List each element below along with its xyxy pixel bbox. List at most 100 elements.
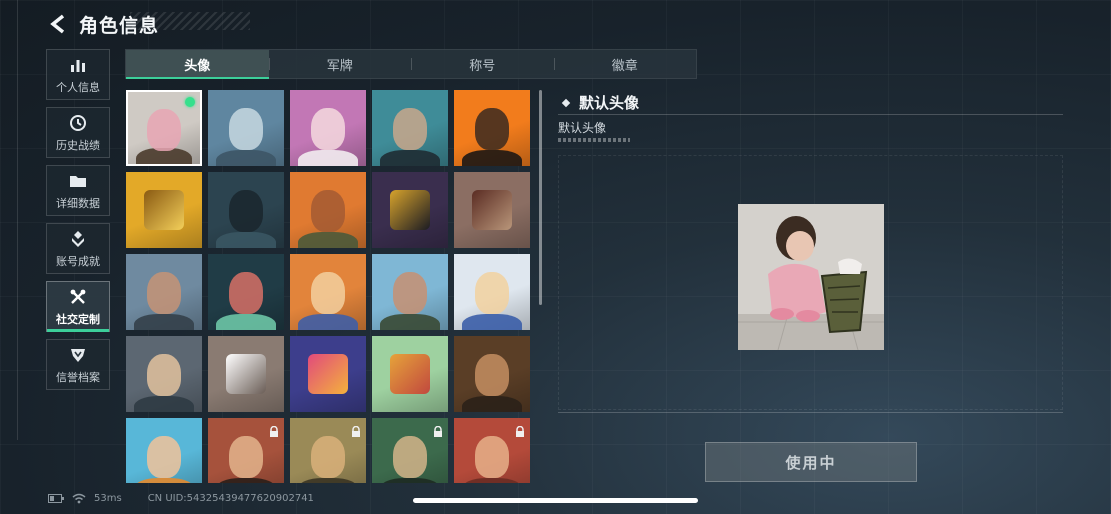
nav-item-5[interactable]: 信誉档案 xyxy=(46,339,110,390)
shield-icon xyxy=(68,345,88,365)
avatar-face xyxy=(229,436,263,479)
avatar-tile[interactable] xyxy=(126,90,202,166)
avatar-art xyxy=(208,90,284,166)
lock-icon xyxy=(432,423,444,437)
avatar-tile[interactable] xyxy=(372,336,448,412)
tab-3[interactable]: 徽章 xyxy=(553,50,697,78)
preview-photo xyxy=(738,204,884,350)
avatar-body xyxy=(462,314,522,330)
avatar-art xyxy=(208,336,284,412)
avatar-face xyxy=(147,354,181,397)
nav-item-label: 账号成就 xyxy=(56,254,100,268)
avatar-art xyxy=(372,336,448,412)
avatar-tile[interactable] xyxy=(290,172,366,248)
avatar-tile[interactable] xyxy=(454,254,530,330)
avatar-face xyxy=(393,108,427,151)
avatar-face xyxy=(147,108,181,151)
avatar-face xyxy=(475,108,509,151)
tab-1[interactable]: 军牌 xyxy=(268,50,412,78)
nav-item-label: 详细数据 xyxy=(56,196,100,210)
avatar-preview xyxy=(738,204,884,350)
avatar-body xyxy=(380,314,440,330)
avatar-face xyxy=(475,272,509,315)
avatar-tile[interactable] xyxy=(372,254,448,330)
avatar-face xyxy=(229,108,263,151)
scrollbar[interactable] xyxy=(539,90,542,305)
avatar-art xyxy=(454,336,530,412)
avatar-tile[interactable] xyxy=(454,90,530,166)
avatar-tile[interactable] xyxy=(290,254,366,330)
avatar-face xyxy=(229,272,263,315)
use-button[interactable]: 使用中 xyxy=(705,442,917,482)
avatar-tile[interactable] xyxy=(290,418,366,483)
avatar-body xyxy=(380,150,440,166)
tools-icon xyxy=(68,287,88,307)
nav-item-2[interactable]: 详细数据 xyxy=(46,165,110,216)
avatar-tile[interactable] xyxy=(126,418,202,483)
avatar-body xyxy=(216,150,276,166)
avatar-tile[interactable] xyxy=(208,90,284,166)
avatar-tile[interactable] xyxy=(208,418,284,483)
avatar-face xyxy=(311,272,345,315)
back-button[interactable] xyxy=(47,12,69,36)
avatar-face xyxy=(475,436,509,479)
avatar-face xyxy=(147,436,181,479)
avatar-art xyxy=(454,90,530,166)
avatar-emblem xyxy=(472,190,512,230)
avatar-tile[interactable] xyxy=(126,172,202,248)
avatar-tile[interactable] xyxy=(208,172,284,248)
avatar-art xyxy=(372,90,448,166)
nav-item-1[interactable]: 历史战绩 xyxy=(46,107,110,158)
title-decoration xyxy=(130,12,250,30)
nav-item-label: 个人信息 xyxy=(56,80,100,94)
nav-item-0[interactable]: 个人信息 xyxy=(46,49,110,100)
back-arrow-icon xyxy=(50,14,65,34)
achievement-icon xyxy=(68,229,88,249)
side-divider xyxy=(17,0,18,440)
avatar-tile[interactable] xyxy=(208,336,284,412)
avatar-art xyxy=(372,172,448,248)
tab-2[interactable]: 称号 xyxy=(411,50,554,78)
tab-0[interactable]: 头像 xyxy=(126,50,269,79)
bar-chart-icon xyxy=(68,55,88,75)
avatar-body xyxy=(462,150,522,166)
avatar-tile[interactable] xyxy=(454,336,530,412)
avatar-face xyxy=(311,436,345,479)
avatar-tile[interactable] xyxy=(290,336,366,412)
avatar-art xyxy=(290,254,366,330)
avatar-tile[interactable] xyxy=(290,90,366,166)
avatar-tile[interactable] xyxy=(372,172,448,248)
detail-divider xyxy=(558,114,1063,115)
side-nav: 个人信息历史战绩详细数据账号成就社交定制信誉档案 xyxy=(46,49,112,397)
avatar-tile[interactable] xyxy=(126,254,202,330)
uid-readout: CN UID:54325439477620902741 xyxy=(147,492,314,504)
nav-item-label: 历史战绩 xyxy=(56,138,100,152)
avatar-art xyxy=(126,172,202,248)
avatar-body xyxy=(134,396,194,412)
nav-item-label: 社交定制 xyxy=(56,312,100,326)
battery-icon xyxy=(48,493,64,503)
nav-item-3[interactable]: 账号成就 xyxy=(46,223,110,274)
avatar-body xyxy=(134,314,194,330)
avatar-art xyxy=(126,254,202,330)
avatar-tile[interactable] xyxy=(372,418,448,483)
avatar-body xyxy=(380,478,440,483)
avatar-tile[interactable] xyxy=(454,172,530,248)
avatar-body xyxy=(462,478,522,483)
avatar-tile[interactable] xyxy=(372,90,448,166)
avatar-face xyxy=(311,108,345,151)
avatar-body xyxy=(298,150,358,166)
home-indicator[interactable] xyxy=(413,498,698,503)
nav-item-4[interactable]: 社交定制 xyxy=(46,281,110,332)
avatar-grid xyxy=(126,90,536,483)
lock-icon xyxy=(514,423,526,437)
detail-header: 默认头像 xyxy=(561,92,639,113)
avatar-tile[interactable] xyxy=(126,336,202,412)
avatar-face xyxy=(393,272,427,315)
avatar-tile[interactable] xyxy=(208,254,284,330)
avatar-face xyxy=(311,190,345,233)
avatar-face xyxy=(147,272,181,315)
avatar-tile[interactable] xyxy=(454,418,530,483)
avatar-emblem xyxy=(144,190,184,230)
avatar-art xyxy=(208,254,284,330)
